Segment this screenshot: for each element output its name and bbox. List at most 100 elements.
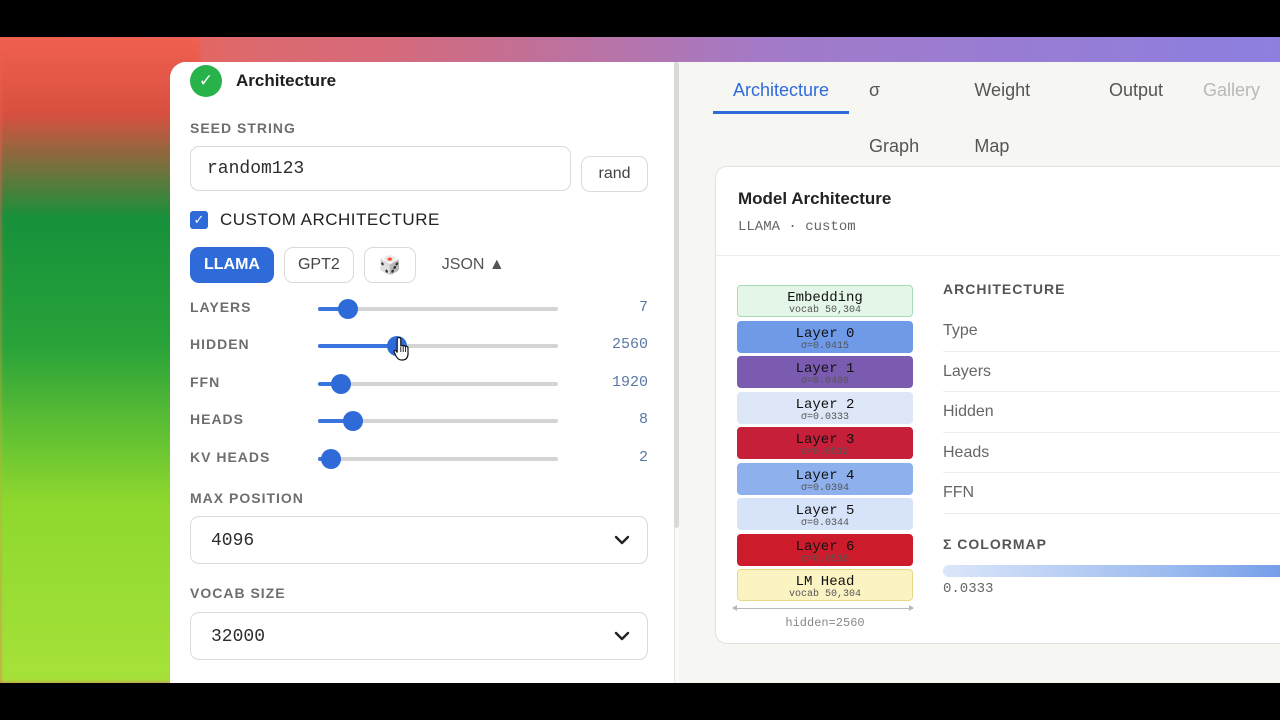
layer-block-detail: σ=0.0394 (800, 482, 849, 494)
json-toggle[interactable]: JSON ▲ (442, 256, 505, 274)
rand-button[interactable]: rand (581, 156, 648, 192)
config-panel: ✓ Architecture SEED STRING random123 ran… (170, 62, 675, 683)
seed-label: SEED STRING (190, 120, 296, 136)
ffn-value: 1920 (611, 374, 648, 391)
layer-stack: Embedding vocab 50,304 Layer 0 σ=0.0415 Laye… (737, 285, 913, 605)
chevron-down-icon (614, 535, 630, 545)
layer-block[interactable]: Embedding vocab 50,304 (737, 285, 913, 317)
card-title: Model Architecture (738, 189, 892, 208)
layers-label: LAYERS (190, 299, 252, 315)
kv-heads-label: KV HEADS (190, 449, 271, 465)
info-row-type: Type (943, 311, 1280, 352)
hand-cursor-icon (393, 336, 409, 361)
hidden-label: HIDDEN (190, 336, 250, 352)
ffn-slider[interactable] (318, 374, 558, 394)
max-position-value: 4096 (211, 531, 255, 551)
seed-input[interactable]: random123 (190, 146, 571, 191)
layer-block[interactable]: Layer 4 σ=0.0394 (737, 462, 913, 495)
info-row-ffn: FFN (943, 473, 1280, 514)
heads-label: HEADS (190, 411, 245, 427)
layer-block-name: Embedding (787, 290, 863, 306)
layer-block[interactable]: Layer 0 σ=0.0415 (737, 320, 913, 353)
divider (716, 255, 1280, 256)
hidden-axis-arrow (732, 605, 914, 611)
slider-thumb[interactable] (342, 411, 363, 431)
kv-heads-slider[interactable] (318, 449, 558, 469)
architecture-presets: LLAMA GPT2 🎲 JSON ▲ (190, 247, 505, 283)
slider-fill (318, 344, 398, 348)
heads-value: 8 (638, 411, 648, 428)
layer-block-detail: σ=0.0415 (800, 340, 849, 352)
layer-block-detail: σ=0.0512 (800, 447, 849, 458)
layer-block[interactable]: Layer 6 σ=0.0518 (737, 533, 913, 566)
screen: ✓ Architecture SEED STRING random123 ran… (0, 0, 1280, 720)
heads-slider[interactable] (318, 411, 558, 431)
max-position-select[interactable]: 4096 (190, 516, 648, 564)
layer-block-name: Layer 3 (795, 432, 855, 448)
info-row-layers: Layers (943, 352, 1280, 392)
gpt2-button[interactable]: GPT2 (283, 247, 354, 283)
custom-architecture-label: CUSTOM ARCHITECTURE (220, 210, 440, 229)
tab-gallery[interactable]: Gallery (1183, 62, 1280, 114)
vocab-size-value: 32000 (211, 627, 266, 647)
dice-icon: 🎲 (378, 254, 401, 275)
kv-heads-value: 2 (638, 449, 648, 466)
layer-block-name: Layer 4 (795, 467, 855, 484)
app-window: ✓ Architecture SEED STRING random123 ran… (170, 62, 1280, 683)
vocab-size-label: VOCAB SIZE (190, 585, 286, 601)
tab-graph[interactable]: σ Graph (849, 62, 954, 156)
layer-block[interactable]: Layer 3 σ=0.0512 (737, 427, 913, 459)
info-row-hidden: Hidden (943, 392, 1280, 433)
layers-slider-row: LAYERS 7 (190, 298, 648, 319)
layer-block-name: Layer 0 (795, 325, 855, 342)
vocab-size-select[interactable]: 32000 (190, 612, 648, 660)
layers-slider[interactable] (318, 299, 558, 319)
check-icon: ✓ (190, 65, 222, 97)
tab-bar: Architecture σ Graph Weight Map Output Galle… (713, 62, 1280, 156)
ffn-label: FFN (190, 374, 221, 390)
colormap-min-value: 0.0333 (943, 581, 994, 597)
info-heading: ARCHITECTURE (943, 281, 1066, 297)
llama-button[interactable]: LLAMA (190, 247, 274, 283)
colormap-heading: Σ COLORMAP (943, 536, 1047, 552)
custom-architecture-toggle[interactable]: ✓ CUSTOM ARCHITECTURE (190, 210, 440, 230)
colormap-bar (943, 565, 1280, 577)
hidden-slider[interactable] (318, 336, 558, 356)
layer-block[interactable]: Layer 1 σ=0.0489 (737, 356, 913, 388)
layer-block[interactable]: LM Head vocab 50,304 (737, 569, 913, 601)
layer-block[interactable]: Layer 2 σ=0.0333 (737, 391, 913, 424)
layers-value: 7 (638, 299, 648, 316)
layer-block-detail: vocab 50,304 (788, 589, 861, 600)
slider-thumb[interactable] (330, 374, 351, 394)
output-panel: Architecture σ Graph Weight Map Output Galle… (679, 62, 1280, 683)
layer-block-name: Layer 2 (795, 396, 855, 413)
layer-block-detail: σ=0.0344 (800, 518, 849, 529)
heads-slider-row: HEADS 8 (190, 410, 648, 431)
model-architecture-card: Model Architecture LLAMA · custom Embedd… (715, 166, 1280, 644)
slider-thumb[interactable] (321, 449, 342, 469)
hidden-value: 2560 (611, 336, 648, 353)
chevron-down-icon (614, 631, 630, 641)
layer-block-name: Layer 1 (795, 361, 855, 377)
slider-thumb[interactable] (338, 299, 358, 319)
ffn-slider-row: FFN 1920 (190, 373, 648, 394)
layer-block-detail: σ=0.0518 (800, 553, 849, 565)
layer-block-name: Layer 5 (795, 503, 855, 519)
tab-output[interactable]: Output (1089, 62, 1183, 114)
tab-architecture[interactable]: Architecture (713, 62, 850, 114)
kv-heads-slider-row: KV HEADS 2 (190, 448, 648, 469)
architecture-info: ARCHITECTURE Type Layers Hidden Heads FFN (943, 281, 1280, 514)
panel-title: Architecture (236, 71, 337, 90)
tab-weight-map[interactable]: Weight Map (954, 62, 1089, 156)
hidden-axis-label: hidden=2560 (785, 616, 865, 630)
max-position-label: MAX POSITION (190, 490, 304, 506)
random-dice-button[interactable]: 🎲 (363, 247, 416, 283)
panel-header: ✓ Architecture (190, 65, 336, 97)
card-subtitle: LLAMA · custom (738, 219, 856, 235)
checkbox-icon[interactable]: ✓ (190, 211, 208, 229)
info-row-heads: Heads (943, 433, 1280, 473)
layer-block-detail: σ=0.0333 (800, 411, 849, 423)
layer-block-name: Layer 6 (795, 538, 855, 555)
layer-block[interactable]: Layer 5 σ=0.0344 (737, 498, 913, 530)
hidden-slider-row: HIDDEN 2560 (190, 335, 648, 356)
